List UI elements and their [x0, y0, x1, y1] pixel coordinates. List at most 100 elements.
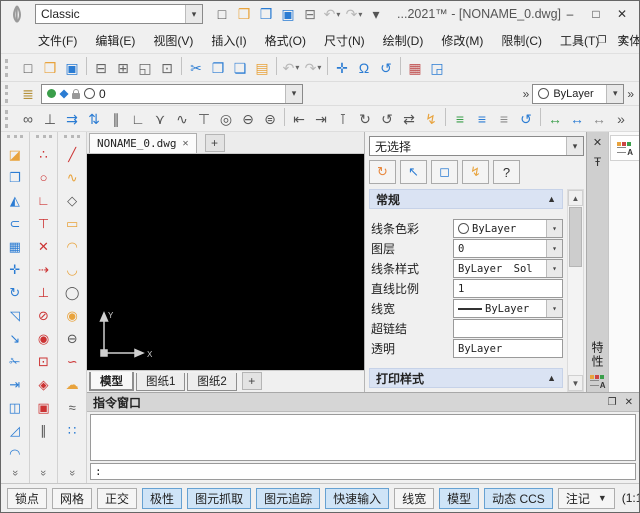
close-panel-icon[interactable]: ✕	[625, 397, 633, 408]
break-icon[interactable]: ◫	[3, 396, 27, 419]
mirror-icon[interactable]: ◭	[3, 189, 27, 212]
toolbar-grip[interactable]	[64, 135, 80, 142]
rectangle-icon[interactable]: ▭	[60, 212, 84, 235]
fillet-icon[interactable]: ◠	[3, 442, 27, 465]
new-layout-button[interactable]: +	[242, 372, 262, 390]
chamfer-icon[interactable]: ◿	[3, 419, 27, 442]
section-general[interactable]: 常规 ▲	[369, 189, 563, 209]
perpendicular-icon[interactable]: ⊥	[32, 281, 56, 304]
auto-constrain-icon[interactable]: ↯	[420, 108, 442, 130]
layer-lock-icon[interactable]: ≡	[493, 108, 515, 130]
toolbar-grip[interactable]	[5, 85, 13, 103]
extension-icon[interactable]: ⇢	[32, 258, 56, 281]
undo-icon[interactable]: ↶▾	[321, 3, 343, 25]
plot-icon[interactable]: ⊟▾	[299, 3, 321, 25]
new-file-icon[interactable]: □▾	[17, 57, 39, 79]
polar-button[interactable]: 极性	[142, 488, 182, 509]
print-settings-icon[interactable]: ⊞▾	[112, 57, 134, 79]
quick-properties-icon[interactable]: ↯	[462, 160, 489, 184]
menu-modify[interactable]: 修改(M)	[432, 29, 492, 52]
open-file-icon[interactable]: ❒▾	[233, 3, 255, 25]
layer-restore-icon[interactable]: ↺	[515, 108, 537, 130]
layer-manager-icon[interactable]: ≣	[17, 83, 39, 105]
entity-snap-button[interactable]: 图元抓取	[187, 488, 251, 509]
constraint-vertical-icon[interactable]: ⇅	[83, 108, 105, 130]
line-icon[interactable]: ╱	[60, 143, 84, 166]
layer-on-icon[interactable]: ≡	[449, 108, 471, 130]
menu-constraint[interactable]: 限制(C)	[492, 29, 551, 52]
save-icon[interactable]: ▣▾	[277, 3, 299, 25]
constraint-symmetric-icon[interactable]: ⊤	[193, 108, 215, 130]
close-button[interactable]: ✕	[609, 4, 635, 24]
lineweight-button[interactable]: 线宽	[394, 488, 434, 509]
layer-isolate-icon[interactable]: ↔	[566, 108, 588, 130]
workspace-combo[interactable]: Classic ▾	[35, 4, 203, 24]
dropdown-arrow-icon[interactable]: ▾	[336, 10, 340, 19]
layer-match-icon[interactable]: ↔	[544, 108, 566, 130]
dropdown-arrow-icon[interactable]: ▾	[317, 63, 321, 72]
collapse-icon[interactable]: ▲	[547, 194, 556, 204]
menu-edit[interactable]: 编辑(E)	[86, 29, 144, 52]
constraint-fix-icon[interactable]: ⊥	[39, 108, 61, 130]
chevron-down-icon[interactable]: ▾	[566, 137, 583, 155]
dropdown-arrow-icon[interactable]: ▾	[546, 240, 562, 257]
redo-icon[interactable]: ↷▾	[343, 3, 365, 25]
trim-icon[interactable]: ✁	[3, 350, 27, 373]
document-tab[interactable]: NONAME_0.dwg ✕	[89, 133, 197, 153]
publish-icon[interactable]: ⊡▾	[156, 57, 178, 79]
undo-icon[interactable]: ↶▾	[280, 57, 302, 79]
redo-icon[interactable]: ↷▾	[302, 57, 324, 79]
scrollbar-thumb[interactable]	[569, 207, 582, 267]
circle-2point-icon[interactable]: ◉	[60, 304, 84, 327]
toolbar-grip[interactable]	[36, 135, 52, 142]
print-icon[interactable]: ⊟▾	[90, 57, 112, 79]
new-file-icon[interactable]: □▾	[211, 3, 233, 25]
temp-track-point-icon[interactable]: ∴	[32, 143, 56, 166]
explorer-icon[interactable]: ◲▾	[426, 57, 448, 79]
toolbar-overflow[interactable]: »	[624, 87, 637, 101]
extend-icon[interactable]: ⇥	[3, 373, 27, 396]
mdi-restore-button[interactable]: ❐	[593, 32, 611, 48]
paste-icon[interactable]: ❏▾	[229, 57, 251, 79]
property-value-field[interactable]: ▾	[453, 319, 563, 338]
layer-freeze-icon[interactable]: ≡	[471, 108, 493, 130]
properties-palette-tab[interactable]: A	[610, 135, 640, 161]
chevron-down-icon[interactable]: ▾	[606, 85, 623, 103]
toolbar-overflow[interactable]: »	[520, 87, 533, 101]
match-properties-icon[interactable]: ▤▾	[251, 57, 273, 79]
layer-combo[interactable]: 0 ▾	[41, 84, 303, 104]
tab-model[interactable]: 模型	[89, 372, 134, 391]
minimize-button[interactable]: –	[557, 4, 583, 24]
zoom-previous-icon[interactable]: ↺▾	[375, 57, 397, 79]
toolbar-grip[interactable]	[5, 110, 13, 128]
close-palette-icon[interactable]: ✕	[593, 136, 602, 149]
arc-icon[interactable]: ◠	[60, 235, 84, 258]
dropdown-arrow-icon[interactable]: ▾	[546, 300, 562, 317]
property-value-field[interactable]: 0 ▾	[453, 239, 563, 258]
menu-file[interactable]: 文件(F)	[29, 29, 86, 52]
open-recent-icon[interactable]: ❒▾	[255, 3, 277, 25]
constraint-smooth-icon[interactable]: ∿	[171, 108, 193, 130]
dim-radius-icon[interactable]: ↺	[376, 108, 398, 130]
dropdown-arrow-icon[interactable]: ▾	[546, 260, 562, 277]
copy-icon[interactable]: ❐	[3, 166, 27, 189]
scroll-down-icon[interactable]: ▼	[568, 375, 583, 391]
model-button[interactable]: 模型	[439, 488, 479, 509]
layer-unisolate-icon[interactable]: ↔	[588, 108, 610, 130]
spline-icon[interactable]: ∽	[60, 350, 84, 373]
grid-button[interactable]: 网格	[52, 488, 92, 509]
scrollbar-track[interactable]	[568, 268, 583, 375]
dim-aligned-icon[interactable]: ⊺	[332, 108, 354, 130]
qat-overflow-icon[interactable]: ▾▾	[365, 3, 387, 25]
maximize-button[interactable]: □	[583, 4, 609, 24]
save-icon[interactable]: ▣▾	[61, 57, 83, 79]
menu-format[interactable]: 格式(O)	[256, 29, 315, 52]
tab-layout2[interactable]: 图纸2	[187, 373, 236, 391]
property-value-field[interactable]: 1 ▾	[453, 279, 563, 298]
quick-input-button[interactable]: 快速输入	[325, 488, 389, 509]
select-object-icon[interactable]: ↖	[400, 160, 427, 184]
property-value-field[interactable]: ByLayer ▾	[453, 219, 563, 238]
tangent-icon[interactable]: ⊘	[32, 304, 56, 327]
dim-linear-icon[interactable]: ⇤	[288, 108, 310, 130]
dim-diameter-icon[interactable]: ⇄	[398, 108, 420, 130]
